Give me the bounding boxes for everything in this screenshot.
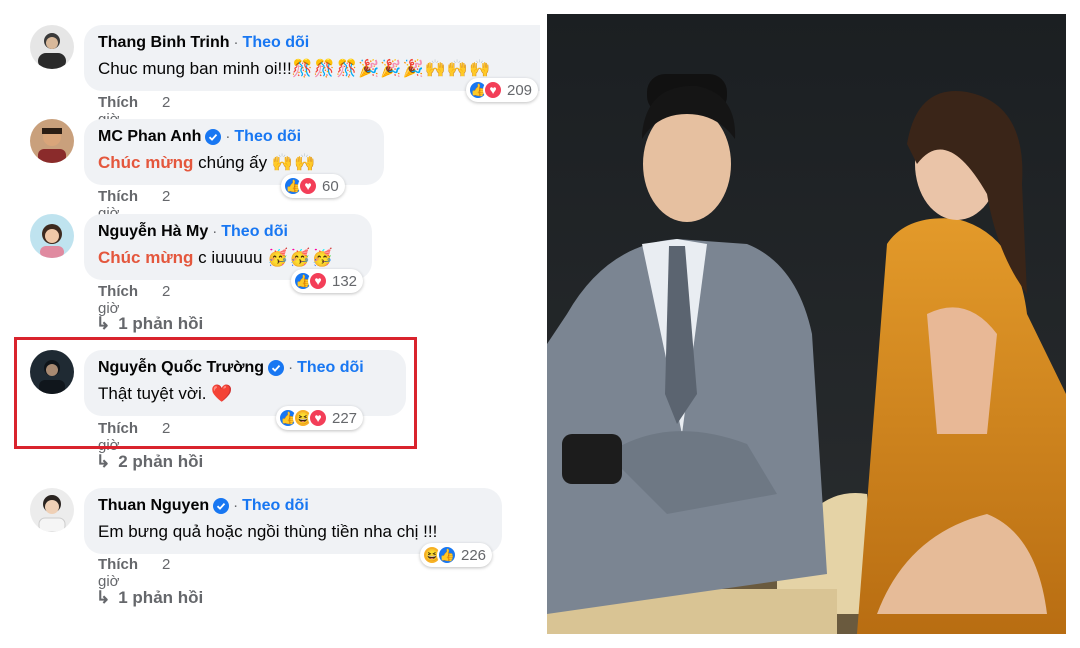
verified-badge-icon: [213, 498, 230, 514]
separator-dot: ·: [212, 223, 218, 240]
avatar[interactable]: [30, 119, 74, 163]
event-photo: [547, 14, 1066, 634]
like-button[interactable]: Thích: [98, 94, 138, 111]
like-reaction-icon: 👍: [437, 545, 457, 565]
avatar[interactable]: [30, 488, 74, 532]
reply-arrow-icon: ↳: [96, 588, 111, 607]
view-replies-link[interactable]: ↳ 1 phản hồi: [96, 588, 203, 608]
avatar[interactable]: [30, 214, 74, 258]
avatar[interactable]: [30, 25, 74, 69]
reaction-summary[interactable]: 👍 ♥ 132: [291, 269, 364, 293]
love-reaction-icon: ♥: [308, 271, 328, 291]
follow-link[interactable]: Theo dõi: [243, 33, 310, 53]
highlight-text: Chúc mừng: [98, 153, 194, 172]
like-button[interactable]: Thích: [98, 556, 138, 573]
separator-dot: ·: [233, 34, 239, 51]
highlight-box: [14, 337, 417, 449]
comment-emoji: 🙌🙌: [271, 153, 317, 172]
love-reaction-icon: ♥: [298, 176, 318, 196]
commenter-name[interactable]: MC Phan Anh: [98, 127, 201, 147]
replies-label: 1 phản hồi: [118, 588, 204, 607]
like-button[interactable]: Thích: [98, 283, 138, 300]
reaction-count: 226: [461, 546, 487, 564]
reaction-summary[interactable]: 👍 ♥ 60: [281, 174, 345, 198]
follow-link[interactable]: Theo dõi: [221, 222, 288, 242]
view-replies-link[interactable]: ↳ 2 phản hồi: [96, 452, 203, 472]
comment-emoji: 🎊🎊🎊🎉🎉🎉🙌🙌🙌: [291, 59, 492, 78]
commenter-name[interactable]: Nguyễn Hà My: [98, 222, 208, 242]
separator-dot: ·: [225, 128, 231, 145]
comment-emoji: 🥳🥳🥳: [267, 248, 334, 267]
follow-link[interactable]: Theo dõi: [242, 496, 309, 516]
reply-arrow-icon: ↳: [96, 452, 111, 471]
replies-label: 2 phản hồi: [118, 452, 204, 471]
commenter-name[interactable]: Thang Binh Trinh: [98, 33, 230, 53]
reply-arrow-icon: ↳: [96, 314, 111, 333]
comment-text: c iuuuuu: [193, 248, 268, 267]
follow-link[interactable]: Theo dõi: [234, 127, 301, 147]
comment-text: Em bưng quả hoặc ngồi thùng tiền nha chị…: [98, 522, 438, 541]
view-replies-link[interactable]: ↳ 1 phản hồi: [96, 314, 203, 334]
separator-dot: ·: [233, 497, 239, 514]
highlight-text: Chúc mừng: [98, 248, 194, 267]
comment-text: Chuc mung ban minh oi!!!: [98, 59, 292, 78]
reaction-summary[interactable]: 😆 👍 226: [420, 543, 493, 567]
comments-panel: Thang Binh Trinh · Theo dõi Chuc mung ba…: [0, 0, 540, 648]
commenter-name[interactable]: Thuan Nguyen: [98, 496, 209, 516]
comment-actions: Thích2 giờ: [98, 556, 170, 590]
comment-actions: Thích2 giờ: [98, 283, 170, 317]
reaction-summary[interactable]: 👍 ♥ 209: [466, 78, 539, 102]
comment-text: chúng ấy: [193, 153, 272, 172]
reaction-count: 132: [332, 272, 358, 290]
replies-label: 1 phản hồi: [118, 314, 204, 333]
reaction-count: 60: [322, 177, 339, 195]
reaction-count: 209: [507, 81, 533, 99]
love-reaction-icon: ♥: [483, 80, 503, 100]
verified-badge-icon: [205, 129, 222, 145]
like-button[interactable]: Thích: [98, 188, 138, 205]
